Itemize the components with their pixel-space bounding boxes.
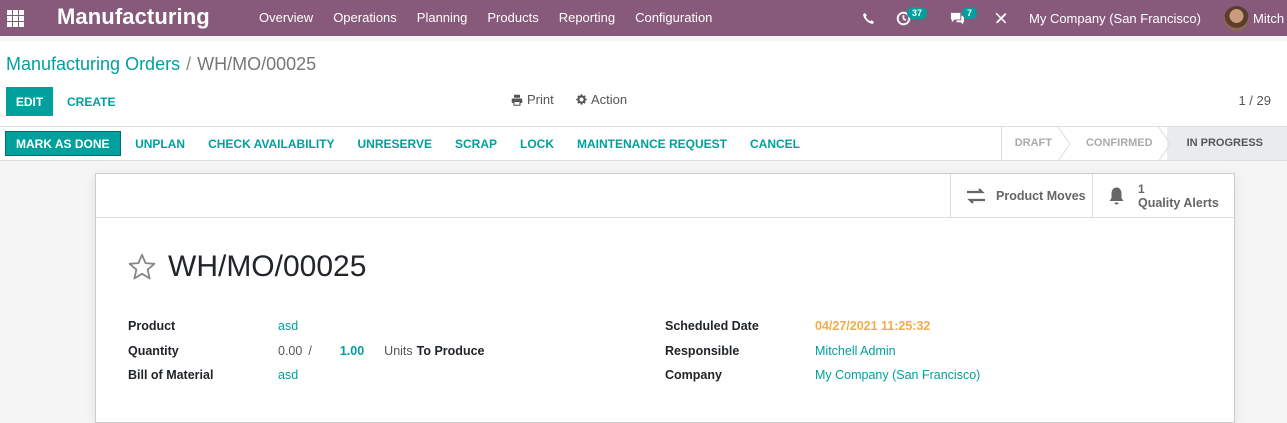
quantity-label: Quantity — [128, 343, 179, 358]
statusbar: MARK AS DONE UNPLAN CHECK AVAILABILITY U… — [0, 127, 1287, 161]
quality-alerts-text: 1 Quality Alerts — [1138, 182, 1219, 210]
fields-right-group: Scheduled Date 04/27/2021 11:25:32 Respo… — [665, 314, 980, 388]
bell-icon — [1109, 187, 1124, 205]
product-label: Product — [128, 319, 176, 334]
fields-left-group: Product asd Quantity 0.00 / 1.00 Units T… — [128, 314, 485, 388]
star-icon[interactable] — [127, 253, 157, 281]
lock-button[interactable]: LOCK — [509, 131, 566, 156]
app-title[interactable]: Manufacturing — [57, 4, 210, 30]
product-link[interactable]: asd — [278, 319, 298, 333]
menu-configuration[interactable]: Configuration — [625, 0, 722, 36]
stage-draft[interactable]: DRAFT — [1000, 127, 1066, 160]
maintenance-request-button[interactable]: MAINTENANCE REQUEST — [566, 131, 739, 156]
company-switcher[interactable]: My Company (San Francisco) — [1029, 0, 1201, 36]
quantity-value: 0.00 / 1.00 Units To Produce — [278, 344, 485, 358]
menu-planning[interactable]: Planning — [407, 0, 478, 36]
quality-alerts-button[interactable]: 1 Quality Alerts — [1092, 174, 1234, 218]
bom-label: Bill of Material — [128, 368, 214, 383]
product-moves-label: Product Moves — [996, 189, 1086, 203]
scheduled-date-label: Scheduled Date — [665, 319, 759, 334]
field-responsible: Responsible Mitchell Admin — [665, 339, 980, 364]
responsible-link[interactable]: Mitchell Admin — [815, 344, 896, 358]
menu-products[interactable]: Products — [477, 0, 548, 36]
print-dropdown[interactable]: Print — [511, 92, 554, 107]
form-sheet: Product Moves 1 Quality Alerts WH/MO/000… — [95, 173, 1235, 423]
edit-button[interactable]: EDIT — [6, 87, 53, 116]
print-label: Print — [527, 92, 554, 107]
quality-alerts-label: Quality Alerts — [1138, 196, 1219, 210]
scrap-button[interactable]: SCRAP — [443, 131, 508, 156]
cancel-button[interactable]: CANCEL — [739, 131, 812, 156]
field-company: Company My Company (San Francisco) — [665, 363, 980, 388]
check-availability-button[interactable]: CHECK AVAILABILITY — [197, 131, 346, 156]
pager[interactable]: 1 / 29 — [1238, 93, 1271, 108]
field-quantity: Quantity 0.00 / 1.00 Units To Produce — [128, 339, 485, 364]
unreserve-button[interactable]: UNRESERVE — [346, 131, 443, 156]
debug-tools-icon[interactable] — [994, 0, 1008, 36]
menu-operations[interactable]: Operations — [323, 0, 407, 36]
activity-menu[interactable]: 37 — [896, 0, 928, 36]
menu-overview[interactable]: Overview — [249, 0, 323, 36]
qty-produced: 0.00 — [278, 343, 303, 358]
quality-alerts-count: 1 — [1138, 182, 1145, 196]
control-panel: Manufacturing Orders / WH/MO/00025 EDIT CR… — [0, 41, 1287, 127]
user-menu[interactable]: Mitch — [1224, 0, 1284, 36]
breadcrumb-separator: / — [186, 54, 192, 74]
breadcrumb-manufacturing-orders[interactable]: Manufacturing Orders — [6, 54, 180, 74]
action-dropdown[interactable]: Action — [576, 92, 627, 107]
company-link[interactable]: My Company (San Francisco) — [815, 368, 980, 382]
activity-count-badge: 37 — [907, 7, 928, 19]
mark-as-done-button[interactable]: MARK AS DONE — [5, 131, 121, 156]
field-scheduled-date: Scheduled Date 04/27/2021 11:25:32 — [665, 314, 980, 339]
create-button[interactable]: CREATE — [58, 87, 124, 116]
stage-confirmed[interactable]: CONFIRMED — [1065, 127, 1167, 160]
print-icon — [511, 94, 523, 106]
main-navbar: Manufacturing Overview Operations Planni… — [0, 0, 1287, 36]
chat-count-badge: 7 — [962, 7, 978, 19]
phone-icon[interactable] — [862, 0, 875, 36]
gear-icon — [576, 94, 587, 105]
unplan-button[interactable]: UNPLAN — [124, 131, 197, 156]
apps-menu-icon[interactable] — [7, 10, 24, 27]
field-product: Product asd — [128, 314, 485, 339]
record-title-row: WH/MO/00025 — [127, 250, 366, 284]
smart-button-box: Product Moves 1 Quality Alerts — [96, 174, 1234, 218]
bom-link[interactable]: asd — [278, 368, 298, 382]
field-bom: Bill of Material asd — [128, 363, 485, 388]
responsible-label: Responsible — [665, 343, 740, 358]
breadcrumb-current: WH/MO/00025 — [197, 54, 317, 74]
to-produce-label: To Produce — [416, 343, 485, 358]
menu-reporting[interactable]: Reporting — [549, 0, 625, 36]
statusbar-buttons: MARK AS DONE UNPLAN CHECK AVAILABILITY U… — [5, 131, 812, 156]
messaging-menu[interactable]: 7 — [949, 0, 978, 36]
stage-pipeline: DRAFT CONFIRMED IN PROGRESS — [1000, 127, 1287, 160]
user-name: Mitch — [1253, 10, 1285, 26]
qty-to-produce: 1.00 — [339, 343, 365, 358]
action-label: Action — [591, 92, 628, 107]
product-moves-button[interactable]: Product Moves — [950, 174, 1092, 218]
stage-left-border — [1000, 127, 1002, 160]
company-label: Company — [665, 368, 722, 383]
breadcrumb: Manufacturing Orders / WH/MO/00025 — [6, 54, 316, 75]
exchange-icon — [967, 188, 985, 204]
scheduled-date-value: 04/27/2021 11:25:32 — [815, 319, 931, 334]
record-name: WH/MO/00025 — [168, 250, 367, 283]
avatar — [1224, 5, 1249, 31]
top-menu: Overview Operations Planning Products Re… — [249, 0, 722, 36]
stage-in-progress[interactable]: IN PROGRESS — [1166, 127, 1287, 160]
uom-label: Units — [384, 343, 413, 358]
qty-separator: / — [308, 343, 312, 358]
